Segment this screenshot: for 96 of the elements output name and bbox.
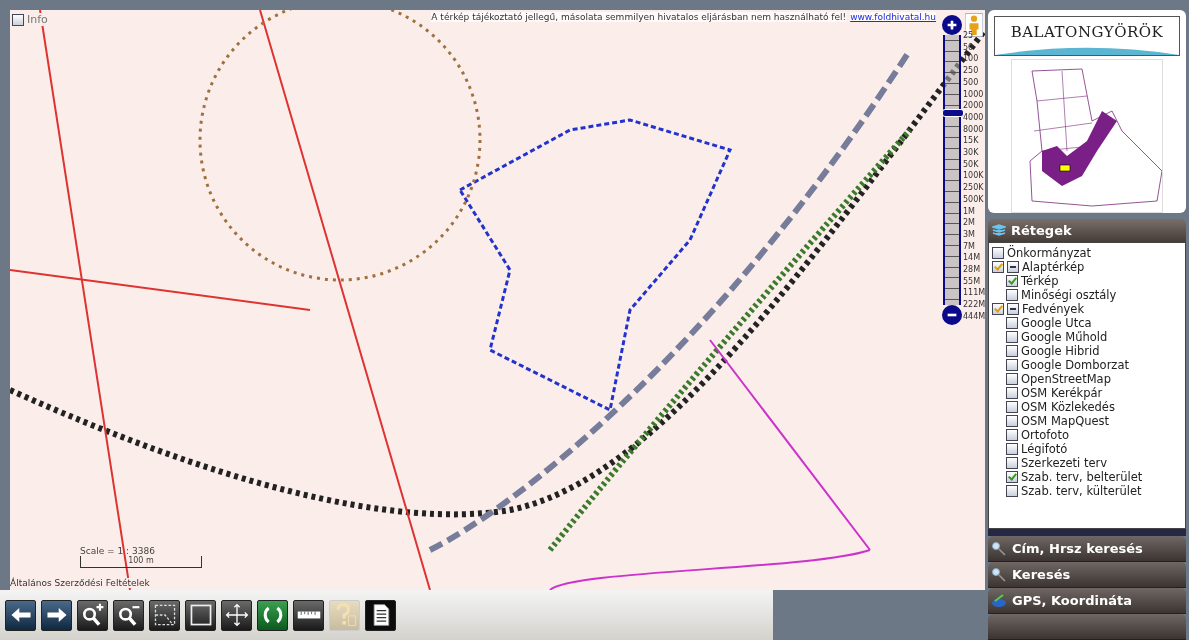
group-checkbox[interactable]	[992, 260, 1004, 273]
panel-header[interactable]: GPS, Koordináta	[988, 588, 1186, 614]
scale-label: 50	[963, 41, 975, 54]
layer-checkbox[interactable]	[1006, 330, 1018, 343]
layer-group-label[interactable]: Fedvények	[1022, 301, 1085, 316]
scale-label: 100	[963, 53, 980, 66]
magnifier-icon	[991, 566, 1007, 583]
layer-label[interactable]: Önkormányzat	[1007, 245, 1092, 260]
zoom-slider-thumb[interactable]	[942, 109, 964, 118]
scale-label: 4000	[963, 111, 985, 124]
layer-label[interactable]: OpenStreetMap	[1021, 371, 1111, 386]
layer-label[interactable]: Ortofoto	[1021, 427, 1069, 442]
document-tool-button[interactable]	[365, 599, 396, 631]
scale-label: 15K	[963, 135, 980, 148]
scale-label: 50K	[963, 158, 980, 171]
pan-icon	[223, 602, 250, 628]
refresh-tool-button[interactable]	[257, 599, 288, 631]
layer-label[interactable]: Térkép	[1021, 273, 1059, 288]
collapse-toggle[interactable]	[1007, 260, 1019, 273]
zoom-out-tool-button[interactable]	[113, 599, 144, 631]
scale-label: 250	[963, 65, 980, 77]
scale-label: 14M	[963, 252, 982, 265]
scale-label: 222M	[963, 299, 985, 311]
scale-text: Scale = 1 : 3386	[80, 546, 156, 556]
map-drawing[interactable]	[10, 10, 985, 590]
scale-label: 250K	[963, 182, 985, 194]
scale-label: 100K	[963, 170, 985, 183]
scale-label: 500	[963, 76, 980, 89]
layer-label[interactable]: Minőségi osztály	[1021, 287, 1117, 302]
scale-label: 2M	[963, 217, 976, 229]
zoom-box-tool-button[interactable]	[149, 599, 180, 631]
foldhivatal-link[interactable]: www.foldhivatal.hu	[850, 12, 936, 22]
layer-checkbox[interactable]	[1006, 442, 1018, 455]
layer-checkbox[interactable]	[1006, 386, 1018, 399]
scale-label: 30K	[963, 147, 980, 159]
layers-header[interactable]: Rétegek	[988, 219, 1186, 242]
magnifier-icon	[991, 540, 1007, 557]
scale-label: 2000	[963, 100, 985, 112]
layer-label[interactable]: Szerkezeti terv	[1021, 455, 1108, 470]
scale-label: 111M	[963, 287, 985, 300]
full-extent-tool-button[interactable]	[185, 599, 216, 631]
info-checkbox[interactable]: Info	[12, 13, 50, 26]
measure-tool-button[interactable]	[293, 599, 324, 631]
scale-label: 500K	[963, 193, 985, 206]
overview-map-drawing[interactable]	[1011, 59, 1163, 213]
person-icon[interactable]	[965, 13, 983, 37]
layer-label[interactable]: Légifotó	[1021, 441, 1068, 456]
layer-checkbox[interactable]	[992, 246, 1004, 259]
layer-checkbox[interactable]	[1006, 358, 1018, 371]
collapsed-panel-bar[interactable]	[988, 614, 1186, 640]
forward-tool-button[interactable]	[41, 599, 72, 631]
layer-checkbox[interactable]	[1006, 274, 1018, 287]
scale-label: 25	[963, 30, 975, 42]
layer-label[interactable]: Google Utca	[1021, 315, 1092, 330]
plus-icon	[945, 18, 959, 32]
layers-icon	[992, 224, 1006, 237]
layer-checkbox[interactable]	[1006, 372, 1018, 385]
layer-checkbox[interactable]	[1006, 414, 1018, 427]
layer-label[interactable]: Google Műhold	[1021, 329, 1108, 344]
layer-checkbox[interactable]	[1006, 484, 1018, 497]
town-logo: BALATONGYÖRÖK	[994, 16, 1180, 56]
layer-label[interactable]: OSM Kerékpár	[1021, 385, 1103, 400]
collapse-toggle[interactable]	[1007, 302, 1019, 315]
scale-label: 444M	[963, 310, 985, 323]
scale-label: 1M	[963, 205, 976, 218]
scale-label: 8000	[963, 123, 985, 136]
scale-label: 1000	[963, 88, 985, 101]
layer-checkbox[interactable]	[1006, 344, 1018, 357]
scale-label: 55M	[963, 275, 982, 288]
disclaimer-text: A térkép tájékoztató jellegű, másolata semmilyen hivatalos eljárásban nem használható fel!	[431, 12, 847, 22]
layer-label[interactable]: Szab. terv, külterület	[1021, 483, 1142, 498]
satellite-icon	[991, 592, 1007, 609]
layer-checkbox[interactable]	[1006, 288, 1018, 301]
back-tool-button[interactable]	[5, 599, 36, 631]
layer-checkbox[interactable]	[1006, 456, 1018, 469]
layer-group-label[interactable]: Alaptérkép	[1022, 259, 1085, 274]
layer-label[interactable]: OSM MapQuest	[1021, 413, 1110, 428]
layer-checkbox[interactable]	[1006, 470, 1018, 483]
layer-label[interactable]: Google Domborzat	[1021, 357, 1129, 372]
layer-label[interactable]: Google Hibrid	[1021, 343, 1100, 358]
zoom-in-tool-button[interactable]	[77, 599, 108, 631]
panel-header[interactable]: Keresés	[988, 562, 1186, 588]
pan-tool-button[interactable]	[221, 599, 252, 631]
zoom-slider[interactable]	[942, 15, 962, 325]
layer-label[interactable]: Szab. terv, belterület	[1021, 469, 1143, 484]
scale-label: 7M	[963, 240, 976, 253]
terms-link[interactable]: Általános Szerződési Feltételek	[10, 578, 150, 588]
layer-checkbox[interactable]	[1006, 316, 1018, 329]
layer-checkbox[interactable]	[1006, 428, 1018, 441]
group-checkbox[interactable]	[992, 302, 1004, 315]
scale-label: 3M	[963, 228, 976, 241]
scale-bar: 100 m	[80, 556, 202, 568]
layer-checkbox[interactable]	[1006, 400, 1018, 413]
panel-header[interactable]: Cím, Hrsz keresés	[988, 536, 1186, 562]
layer-label[interactable]: OSM Közlekedés	[1021, 399, 1115, 414]
scale-label: 28M	[963, 264, 982, 276]
